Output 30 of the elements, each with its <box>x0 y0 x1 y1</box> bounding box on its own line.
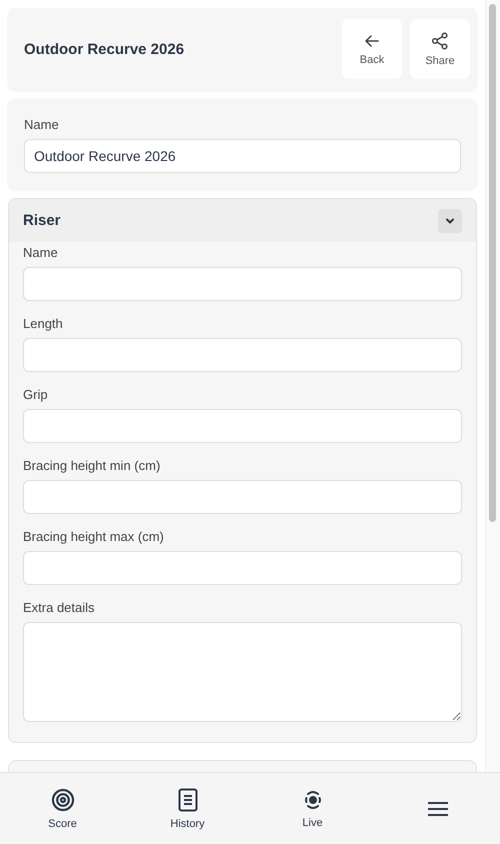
text-input[interactable] <box>23 267 462 301</box>
name-input[interactable]: Outdoor Recurve 2026 <box>24 139 461 173</box>
text-input[interactable] <box>23 409 462 443</box>
field-label: Length <box>23 316 64 331</box>
field-label: Bracing height min (cm) <box>23 458 162 473</box>
details-textarea[interactable] <box>23 622 462 722</box>
chevron-down-icon[interactable] <box>438 208 462 232</box>
field-label: Name <box>23 245 59 260</box>
target-icon <box>50 788 74 812</box>
field-label: Name <box>24 117 60 132</box>
clipboard-icon <box>178 788 198 812</box>
text-input[interactable] <box>23 480 462 514</box>
section-title: Riser <box>23 212 61 229</box>
section-header[interactable]: Riser <box>9 199 476 242</box>
text-input[interactable] <box>23 338 462 372</box>
share-icon <box>431 32 449 50</box>
broadcast-icon <box>302 788 322 810</box>
text-input[interactable] <box>23 551 462 585</box>
field-label: Extra details <box>23 600 96 615</box>
menu-icon <box>426 800 448 816</box>
field-label: Bracing height max (cm) <box>23 529 165 544</box>
share-button[interactable]: Share <box>410 19 470 79</box>
nav-tab[interactable]: History <box>125 773 250 844</box>
arrow-left-icon <box>364 32 380 48</box>
back-button[interactable]: Back <box>342 19 402 79</box>
page-title: Outdoor Recurve 2026 <box>24 40 184 58</box>
field-label: Grip <box>23 387 49 402</box>
nav-tab[interactable]: Live <box>250 773 375 844</box>
nav-tab[interactable]: Score <box>0 773 125 844</box>
scrollbar[interactable] <box>485 0 500 772</box>
